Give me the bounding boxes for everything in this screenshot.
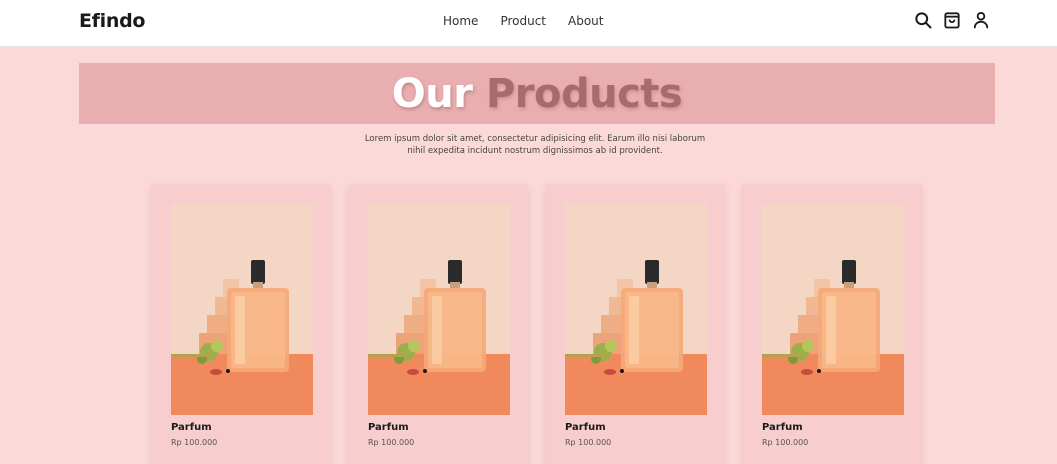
product-card[interactable]: Parfum Rp 100.000	[742, 184, 922, 464]
product-image[interactable]	[368, 204, 510, 415]
nav-link-about[interactable]: About	[568, 14, 603, 28]
product-name[interactable]: Parfum	[368, 422, 409, 433]
hero-description: Lorem ipsum dolor sit amet, consectetur …	[300, 133, 770, 157]
product-card[interactable]: Parfum Rp 100.000	[348, 184, 528, 464]
product-name[interactable]: Parfum	[762, 422, 803, 433]
product-price: Rp 100.000	[171, 438, 218, 447]
brand-logo[interactable]: Efindo	[79, 10, 145, 32]
product-price: Rp 100.000	[565, 438, 612, 447]
perfume-bottle-image	[368, 204, 510, 415]
perfume-bottle-image	[565, 204, 707, 415]
perfume-bottle-image	[171, 204, 313, 415]
product-card[interactable]: Parfum Rp 100.000	[545, 184, 725, 464]
nav-link-home[interactable]: Home	[443, 14, 478, 28]
nav-link-product[interactable]: Product	[500, 14, 546, 28]
search-icon[interactable]	[913, 10, 933, 30]
hero-description-line-1: Lorem ipsum dolor sit amet, consectetur …	[364, 134, 706, 144]
product-name[interactable]: Parfum	[565, 422, 606, 433]
hero-description-line-2: nihil expedita incidunt nostrum dignissi…	[407, 146, 663, 156]
perfume-bottle-image	[762, 204, 904, 415]
product-image[interactable]	[565, 204, 707, 415]
nav-links: Home Product About	[443, 14, 603, 28]
product-price: Rp 100.000	[368, 438, 415, 447]
product-name[interactable]: Parfum	[171, 422, 212, 433]
user-icon[interactable]	[971, 10, 991, 30]
title-word-our: Our	[391, 70, 473, 117]
product-card[interactable]: Parfum Rp 100.000	[151, 184, 331, 464]
product-price: Rp 100.000	[762, 438, 809, 447]
bag-icon[interactable]	[942, 10, 962, 30]
navbar: Efindo Home Product About	[0, 0, 1057, 48]
hero-banner: Our Products	[79, 63, 995, 124]
title-word-products: Products	[485, 70, 683, 117]
product-image[interactable]	[762, 204, 904, 415]
page-title: Our Products	[391, 70, 683, 117]
nav-icons	[913, 10, 991, 30]
product-image[interactable]	[171, 204, 313, 415]
product-grid: Parfum Rp 100.000 Parfum Rp 100.000 Parf…	[151, 184, 922, 464]
